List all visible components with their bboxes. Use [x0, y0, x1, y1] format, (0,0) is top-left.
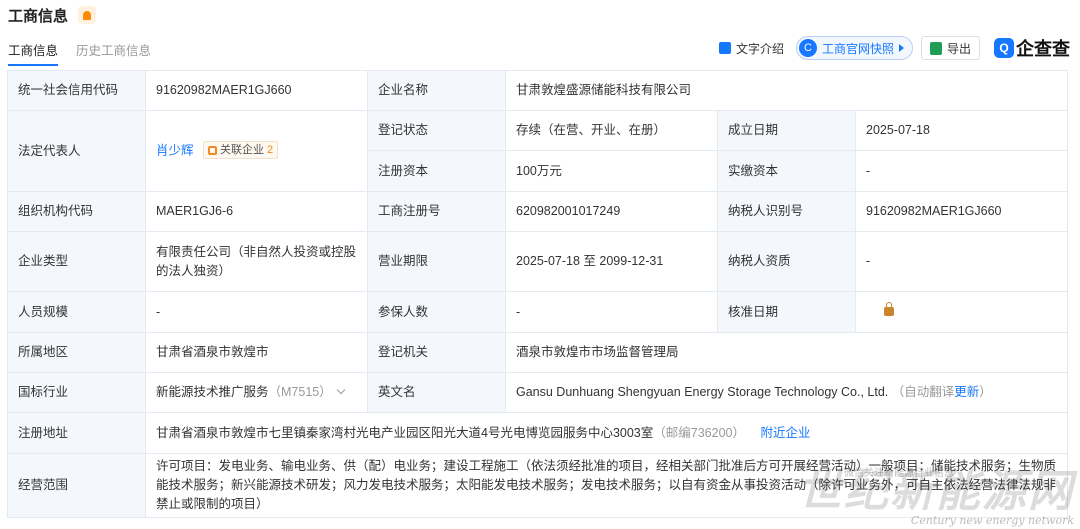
biz-reg-no-value: 620982001017249 — [505, 191, 718, 232]
taxpayer-qual-value: - — [854, 231, 1069, 292]
reg-capital-label: 注册资本 — [367, 150, 506, 192]
business-info-table: 统一社会信用代码 91620982MAER1GJ660 企业名称 甘肃敦煌盛源储… — [7, 70, 1069, 518]
lock-icon[interactable] — [884, 301, 894, 316]
biz-reg-no-label: 工商注册号 — [367, 191, 506, 232]
document-icon — [718, 42, 731, 54]
official-snapshot-button[interactable]: C 工商官网快照 — [795, 36, 913, 60]
biz-term-label: 营业期限 — [367, 231, 506, 292]
auto-translate-end: ） — [979, 385, 992, 399]
section-header: 工商信息 — [8, 4, 97, 26]
address-label: 注册地址 — [7, 412, 146, 454]
bell-icon[interactable] — [78, 6, 97, 24]
table-row: 统一社会信用代码 91620982MAER1GJ660 企业名称 甘肃敦煌盛源储… — [7, 70, 1069, 111]
taxpayer-id-value: 91620982MAER1GJ660 — [854, 191, 1069, 232]
legal-rep-link[interactable]: 肖少辉 — [156, 144, 194, 158]
tab-history-business-info[interactable]: 历史工商信息 — [76, 40, 151, 66]
industry-cell[interactable]: 新能源技术推广服务（M7515） — [145, 372, 368, 413]
table-row: 注册地址 甘肃省酒泉市敦煌市七里镇秦家湾村光电产业园区阳光大道4号光电博览园服务… — [7, 412, 1069, 454]
org-code-value: MAER1GJ6-6 — [145, 191, 368, 232]
insured-label: 参保人数 — [367, 291, 506, 333]
taxpayer-qual-label: 纳税人资质 — [717, 231, 856, 292]
qcc-logo-icon: Q — [994, 38, 1014, 58]
tab-business-info[interactable]: 工商信息 — [8, 40, 59, 66]
approve-date-label: 核准日期 — [717, 291, 856, 333]
english-name-label: 英文名 — [367, 372, 506, 413]
tab-bar: 工商信息 历史工商信息 — [8, 40, 151, 66]
reg-status-label: 登记状态 — [367, 110, 506, 151]
company-name-value: 甘肃敦煌盛源储能科技有限公司 — [504, 70, 1069, 111]
nearby-companies-link[interactable]: 附近企业 — [760, 426, 810, 440]
table-row: 人员规模 - 参保人数 - 核准日期 — [7, 291, 1069, 333]
approve-date-cell — [854, 291, 1069, 333]
industry-code: （M7515） — [268, 385, 332, 399]
table-row: 经营范围 许可项目：发电业务、输电业务、供（配）电业务；建设工程施工（依法须经批… — [7, 453, 1069, 518]
region-label: 所属地区 — [7, 332, 146, 373]
address-value: 甘肃省酒泉市敦煌市七里镇秦家湾村光电产业园区阳光大道4号光电博览园服务中心300… — [156, 425, 654, 440]
org-code-label: 组织机构代码 — [7, 191, 146, 232]
play-icon — [898, 44, 904, 52]
insured-value: - — [505, 291, 718, 333]
found-date-value: 2025-07-18 — [854, 110, 1069, 151]
company-type-value: 有限责任公司（非自然人投资或控股的法人独资） — [145, 231, 368, 292]
export-button[interactable]: 导出 — [920, 36, 980, 60]
update-link[interactable]: 更新 — [954, 385, 979, 399]
industry-label: 国标行业 — [7, 372, 146, 413]
related-company-count: 2 — [267, 143, 274, 156]
table-row: 国标行业 新能源技术推广服务（M7515） 英文名 Gansu Dunhuang… — [7, 372, 1069, 413]
postcode-value: （邮编736200） — [653, 425, 745, 440]
taxpayer-id-label: 纳税人识别号 — [717, 191, 856, 232]
credit-code-label: 统一社会信用代码 — [7, 70, 146, 111]
staff-size-value: - — [145, 291, 368, 333]
table-row: 企业类型 有限责任公司（非自然人投资或控股的法人独资） 营业期限 2025-07… — [7, 231, 1069, 292]
paid-capital-value: - — [854, 150, 1069, 192]
snapshot-icon: C — [798, 39, 817, 57]
legal-rep-cell: 肖少辉 关联企业 2 — [145, 110, 368, 192]
scope-label: 经营范围 — [7, 453, 146, 518]
found-date-label: 成立日期 — [717, 110, 856, 151]
staff-size-label: 人员规模 — [7, 291, 146, 333]
table-row: 所属地区 甘肃省酒泉市敦煌市 登记机关 酒泉市敦煌市市场监督管理局 — [7, 332, 1069, 373]
export-label: 导出 — [946, 41, 971, 56]
company-type-label: 企业类型 — [7, 231, 146, 292]
brand-logo[interactable]: Q 企查查 — [994, 35, 1070, 61]
industry-value: 新能源技术推广服务 — [156, 385, 269, 399]
chevron-down-icon[interactable] — [336, 385, 345, 395]
section-title: 工商信息 — [8, 7, 69, 25]
official-snapshot-label: 工商官网快照 — [821, 41, 894, 56]
address-cell: 甘肃省酒泉市敦煌市七里镇秦家湾村光电产业园区阳光大道4号光电博览园服务中心300… — [144, 412, 1069, 454]
table-row: 法定代表人 肖少辉 关联企业 2 登记状态 存续（在营、开业、在册） 成立日期 … — [7, 110, 1069, 192]
reg-authority-value: 酒泉市敦煌市市场监督管理局 — [504, 332, 1069, 373]
related-company-label: 关联企业 — [220, 143, 264, 156]
auto-translate-label: （自动翻译 — [891, 385, 955, 399]
brand-name: 企查查 — [1016, 39, 1070, 59]
table-row: 组织机构代码 MAER1GJ6-6 工商注册号 620982001017249 … — [7, 191, 1069, 232]
related-company-badge[interactable]: 关联企业 2 — [203, 141, 279, 160]
paid-capital-label: 实缴资本 — [717, 150, 856, 192]
reg-authority-label: 登记机关 — [367, 332, 506, 373]
reg-capital-value: 100万元 — [505, 150, 718, 192]
legal-rep-label: 法定代表人 — [7, 110, 146, 192]
related-company-icon — [208, 145, 217, 155]
biz-term-value: 2025-07-18 至 2099-12-31 — [505, 231, 718, 292]
english-name-cell: Gansu Dunhuang Shengyuan Energy Storage … — [504, 372, 1069, 413]
text-intro-button[interactable]: 文字介绍 — [715, 36, 788, 60]
text-intro-label: 文字介绍 — [735, 41, 784, 56]
excel-icon — [929, 41, 942, 55]
reg-status-value: 存续（在营、开业、在册） — [505, 110, 718, 151]
toolbar: 文字介绍 C 工商官网快照 导出 Q 企查查 — [715, 35, 1070, 61]
credit-code-value: 91620982MAER1GJ660 — [145, 70, 368, 111]
english-name-value: Gansu Dunhuang Shengyuan Energy Storage … — [516, 385, 889, 399]
scope-value: 许可项目：发电业务、输电业务、供（配）电业务；建设工程施工（依法须经批准的项目，… — [144, 453, 1069, 518]
region-value: 甘肃省酒泉市敦煌市 — [145, 332, 368, 373]
company-name-label: 企业名称 — [367, 70, 506, 111]
